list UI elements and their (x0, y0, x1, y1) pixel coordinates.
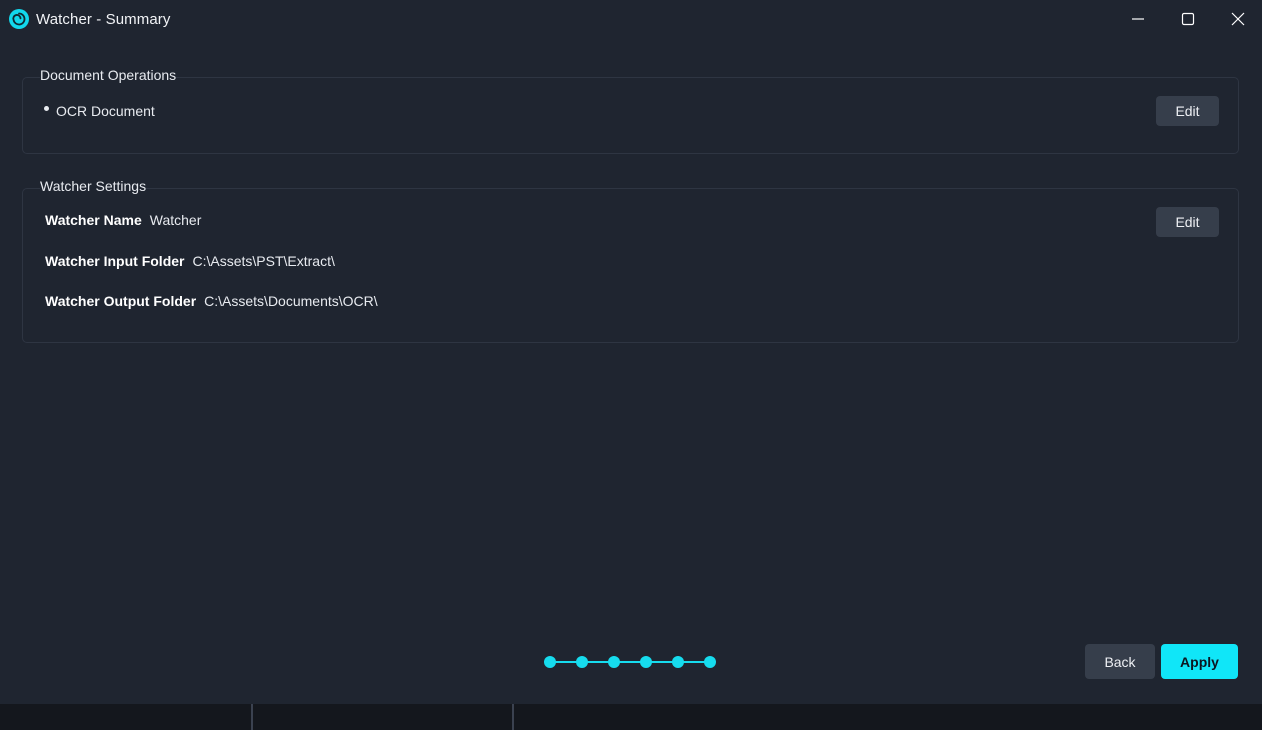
step-dot-4 (640, 656, 652, 668)
step-dot-6 (704, 656, 716, 668)
step-dot-3 (608, 656, 620, 668)
setting-key: Watcher Output Folder (45, 293, 197, 309)
setting-key: Watcher Name (45, 212, 142, 228)
setting-row-name: Watcher Name Watcher (45, 212, 201, 228)
step-dot-2 (576, 656, 588, 668)
window-title: Watcher - Summary (36, 11, 171, 28)
step-dot-1 (544, 656, 556, 668)
setting-row-output-folder: Watcher Output Folder C:\Assets\Documents… (45, 293, 378, 309)
minimize-button[interactable] (1123, 6, 1153, 32)
apply-button[interactable]: Apply (1161, 644, 1238, 679)
setting-value: C:\Assets\PST\Extract\ (192, 253, 335, 269)
setting-row-input-folder: Watcher Input Folder C:\Assets\PST\Extrac… (45, 253, 335, 269)
operation-item-ocr: OCR Document (56, 103, 155, 119)
back-button[interactable]: Back (1085, 644, 1155, 679)
setting-value: Watcher (149, 212, 202, 228)
setting-value: C:\Assets\Documents\OCR\ (204, 293, 378, 309)
taskbar (0, 704, 1262, 730)
stepper-line (550, 661, 710, 663)
progress-stepper (544, 655, 716, 669)
maximize-icon (1181, 12, 1195, 26)
maximize-button[interactable] (1173, 6, 1203, 32)
edit-settings-button[interactable]: Edit (1156, 207, 1219, 237)
setting-key: Watcher Input Folder (45, 253, 185, 269)
close-button[interactable] (1223, 6, 1253, 32)
minimize-icon (1131, 12, 1145, 26)
close-icon (1231, 12, 1245, 26)
step-dot-5 (672, 656, 684, 668)
document-operations-group (22, 77, 1239, 154)
bullet-dot (44, 106, 49, 111)
document-operations-title: Document Operations (40, 67, 177, 83)
summary-window: Watcher - Summary Document Operations OC… (0, 0, 1262, 704)
title-bar: Watcher - Summary (0, 0, 1262, 40)
taskbar-divider (512, 704, 514, 730)
watcher-settings-title: Watcher Settings (40, 178, 147, 194)
swirl-logo-icon (9, 9, 29, 29)
taskbar-divider (251, 704, 253, 730)
edit-operations-button[interactable]: Edit (1156, 96, 1219, 126)
